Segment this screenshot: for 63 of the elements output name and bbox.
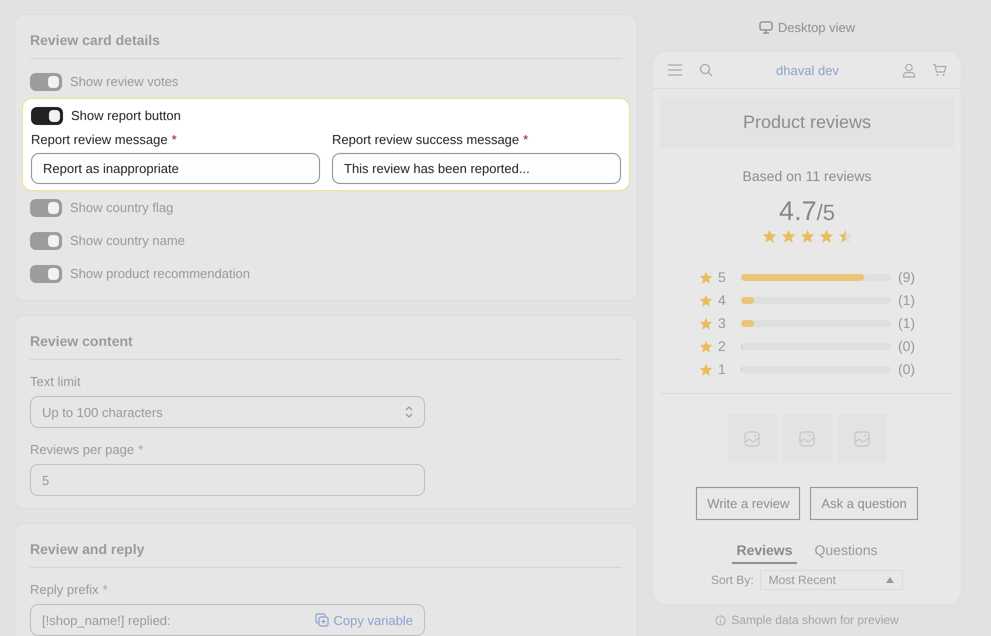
sort-label: Sort By: <box>710 573 754 587</box>
select-field[interactable]: Up to 100 characters <box>30 396 425 428</box>
monitor-icon <box>758 20 773 34</box>
copy-icon <box>314 613 328 627</box>
chevron-icon <box>405 405 413 419</box>
toggle-label: Show report button <box>71 108 181 123</box>
caret-icon <box>886 577 894 583</box>
preview-button[interactable]: Ask a question <box>810 487 918 520</box>
star-icon <box>698 270 713 284</box>
star-icon <box>698 294 713 306</box>
toggle-switch[interactable] <box>30 232 62 250</box>
preview-note: Sample data shown for preview <box>715 613 899 627</box>
input-field[interactable]: [!shop_name!] replied: Copy variable <box>30 604 425 636</box>
copy-variable-link[interactable]: Copy variable <box>314 612 413 628</box>
field-label: Report review success message * <box>332 132 530 147</box>
info-icon <box>715 614 726 626</box>
star-level: 3 <box>718 315 727 331</box>
toggle-label: Show country name <box>70 233 185 248</box>
input-field[interactable]: 5 <box>30 464 425 496</box>
desktop-view-button[interactable]: Desktop view <box>758 14 856 40</box>
input-field[interactable]: This review has been reported... <box>332 153 621 184</box>
toggle-switch[interactable] <box>31 106 63 124</box>
review-count: Based on 11 reviews <box>742 168 872 184</box>
rating-count: (1) <box>898 292 916 308</box>
preview-tab[interactable]: Reviews <box>732 542 796 564</box>
star-level: 5 <box>718 269 727 285</box>
field-label: Text limit <box>30 374 82 389</box>
preview-tab[interactable]: Questions <box>810 542 882 564</box>
field-label: Report review message * <box>31 132 178 147</box>
toggle-label: Show product recommendation <box>70 266 250 281</box>
field-label: Reply prefix * <box>30 582 109 597</box>
section-title: Review card details <box>30 31 161 50</box>
star-level: 2 <box>718 338 727 354</box>
search-icon[interactable] <box>699 63 713 77</box>
section-title: Review content <box>30 332 134 351</box>
star-level: 4 <box>718 292 727 308</box>
preview-button[interactable]: Write a review <box>696 487 800 520</box>
toggle-switch[interactable] <box>30 264 62 282</box>
section-title: Review and reply <box>30 540 146 559</box>
rating-count: (0) <box>898 361 916 377</box>
image-icon <box>799 430 815 446</box>
star-icon <box>698 362 713 376</box>
user-icon[interactable] <box>902 62 916 78</box>
input-field[interactable]: Report as inappropriate <box>31 153 320 184</box>
menu-icon[interactable] <box>667 63 683 77</box>
preview-heading: Product reviews <box>660 97 954 148</box>
rating-count: (9) <box>898 269 916 285</box>
toggle-switch[interactable] <box>30 198 62 216</box>
star-level: 1 <box>718 361 727 377</box>
image-icon <box>854 430 870 446</box>
field-label: Reviews per page * <box>30 442 144 457</box>
image-icon <box>744 430 760 446</box>
rating-count: (0) <box>898 338 916 354</box>
cart-icon[interactable] <box>932 63 947 77</box>
average-rating: 4.7/5 <box>779 196 835 227</box>
star-icon <box>698 340 713 352</box>
sort-select[interactable]: Most Recent <box>760 570 904 590</box>
toggle-label: Show review votes <box>70 74 178 89</box>
toggle-label: Show country flag <box>70 200 174 215</box>
rating-count: (1) <box>898 315 916 331</box>
star-icon <box>698 316 713 330</box>
toggle-switch[interactable] <box>30 72 62 90</box>
store-name[interactable]: dhaval dev <box>729 62 886 78</box>
